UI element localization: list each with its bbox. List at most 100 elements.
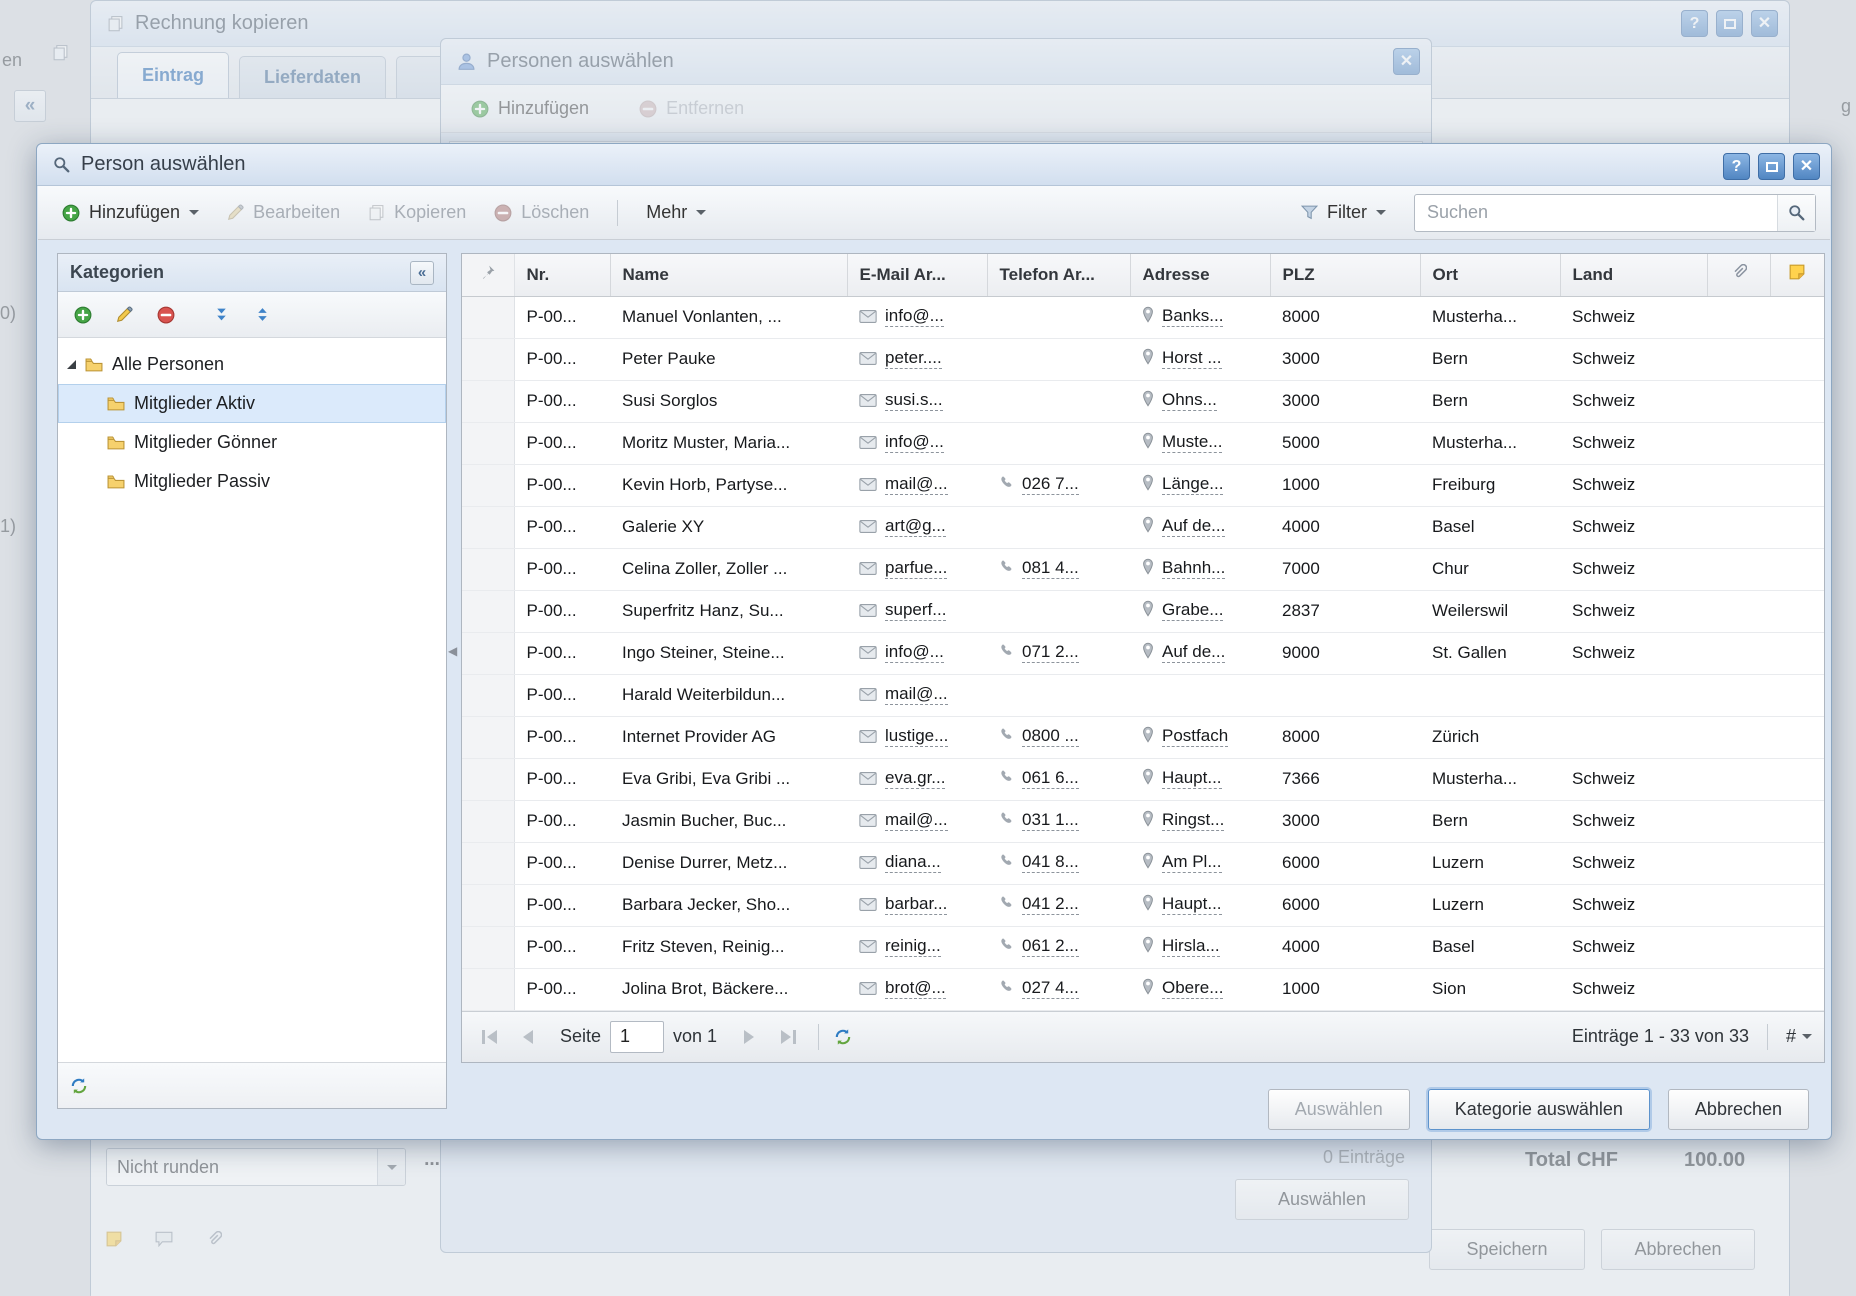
- maximize-button[interactable]: [1758, 153, 1785, 180]
- search-submit-button[interactable]: [1777, 195, 1815, 231]
- select-button[interactable]: Auswählen: [1268, 1089, 1410, 1130]
- row-selector-cell[interactable]: [462, 842, 514, 884]
- address-link[interactable]: Haupt...: [1162, 768, 1222, 789]
- column-address[interactable]: Adresse: [1130, 254, 1270, 296]
- person-row[interactable]: P-00...Moritz Muster, Maria...info@...Mu…: [462, 422, 1824, 464]
- phone-link[interactable]: 0800 ...: [1022, 726, 1079, 747]
- row-selector-cell[interactable]: [462, 674, 514, 716]
- row-selector-cell[interactable]: [462, 464, 514, 506]
- add-category-icon[interactable]: [74, 306, 92, 324]
- email-link[interactable]: superf...: [885, 600, 946, 621]
- row-selector-cell[interactable]: [462, 506, 514, 548]
- edit-button[interactable]: Bearbeiten: [217, 196, 350, 229]
- email-link[interactable]: brot@...: [885, 978, 946, 999]
- email-link[interactable]: susi.s...: [885, 390, 943, 411]
- address-link[interactable]: Auf de...: [1162, 516, 1225, 537]
- row-selector-cell[interactable]: [462, 716, 514, 758]
- person-row[interactable]: P-00...Eva Gribi, Eva Gribi ...eva.gr...…: [462, 758, 1824, 800]
- phone-link[interactable]: 027 4...: [1022, 978, 1079, 999]
- row-selector-cell[interactable]: [462, 422, 514, 464]
- person-row[interactable]: P-00...Celina Zoller, Zoller ...parfue..…: [462, 548, 1824, 590]
- column-plz[interactable]: PLZ: [1270, 254, 1420, 296]
- row-selector-cell[interactable]: [462, 296, 514, 338]
- category-item[interactable]: Mitglieder Aktiv: [58, 384, 446, 423]
- address-link[interactable]: Haupt...: [1162, 894, 1222, 915]
- filter-button[interactable]: Filter: [1291, 196, 1396, 229]
- delete-button[interactable]: Löschen: [484, 196, 599, 229]
- page-number-input[interactable]: [610, 1021, 664, 1053]
- select-category-button[interactable]: Kategorie auswählen: [1428, 1089, 1650, 1130]
- column-name[interactable]: Name: [610, 254, 847, 296]
- address-link[interactable]: Obere...: [1162, 978, 1223, 999]
- email-link[interactable]: eva.gr...: [885, 768, 945, 789]
- phone-link[interactable]: 061 2...: [1022, 936, 1079, 957]
- select-person-titlebar[interactable]: Person auswählen ? ✕: [37, 144, 1831, 186]
- column-phone[interactable]: Telefon Ar...: [987, 254, 1130, 296]
- last-page-button[interactable]: [773, 1022, 803, 1052]
- column-attachment[interactable]: [1707, 254, 1770, 296]
- row-selector-cell[interactable]: [462, 548, 514, 590]
- more-button[interactable]: Mehr: [636, 196, 716, 229]
- copy-button[interactable]: Kopieren: [358, 196, 476, 229]
- row-selector-cell[interactable]: [462, 758, 514, 800]
- person-row[interactable]: P-00...Galerie XYart@g...Auf de...4000Ba…: [462, 506, 1824, 548]
- address-link[interactable]: Banks...: [1162, 306, 1223, 327]
- edit-category-icon[interactable]: [116, 306, 133, 323]
- email-link[interactable]: parfue...: [885, 558, 947, 579]
- row-selector-cell[interactable]: [462, 632, 514, 674]
- person-row[interactable]: P-00...Barbara Jecker, Sho...barbar...04…: [462, 884, 1824, 926]
- person-row[interactable]: P-00...Internet Provider AGlustige...080…: [462, 716, 1824, 758]
- row-selector-cell[interactable]: [462, 590, 514, 632]
- person-row[interactable]: P-00...Ingo Steiner, Steine...info@...07…: [462, 632, 1824, 674]
- person-row[interactable]: P-00...Jasmin Bucher, Buc...mail@...031 …: [462, 800, 1824, 842]
- phone-link[interactable]: 061 6...: [1022, 768, 1079, 789]
- address-link[interactable]: Hirsla...: [1162, 936, 1220, 957]
- email-link[interactable]: reinig...: [885, 936, 941, 957]
- row-selector-cell[interactable]: [462, 968, 514, 1010]
- email-link[interactable]: mail@...: [885, 474, 948, 495]
- person-row[interactable]: P-00...Kevin Horb, Partyse...mail@...026…: [462, 464, 1824, 506]
- person-row[interactable]: P-00...Jolina Brot, Bäckere...brot@...02…: [462, 968, 1824, 1010]
- email-link[interactable]: barbar...: [885, 894, 947, 915]
- column-nr[interactable]: Nr.: [514, 254, 610, 296]
- person-row[interactable]: P-00...Susi Sorglossusi.s...Ohns...3000B…: [462, 380, 1824, 422]
- address-link[interactable]: Bahnh...: [1162, 558, 1225, 579]
- first-page-button[interactable]: [474, 1022, 504, 1052]
- column-selector[interactable]: [462, 254, 514, 296]
- email-link[interactable]: diana...: [885, 852, 941, 873]
- splitter-collapse-icon[interactable]: ◀: [448, 644, 457, 658]
- address-link[interactable]: Ringst...: [1162, 810, 1224, 831]
- refresh-icon[interactable]: [70, 1077, 88, 1095]
- person-row[interactable]: P-00...Manuel Vonlanten, ...info@...Bank…: [462, 296, 1824, 338]
- phone-link[interactable]: 041 8...: [1022, 852, 1079, 873]
- add-button[interactable]: Hinzufügen: [52, 196, 209, 229]
- prev-page-button[interactable]: [513, 1022, 543, 1052]
- collapse-all-icon[interactable]: [254, 306, 271, 323]
- category-item[interactable]: Mitglieder Gönner: [58, 423, 446, 462]
- phone-link[interactable]: 081 4...: [1022, 558, 1079, 579]
- address-link[interactable]: Muste...: [1162, 432, 1222, 453]
- person-row[interactable]: P-00...Peter Paukepeter....Horst ...3000…: [462, 338, 1824, 380]
- category-item[interactable]: Mitglieder Passiv: [58, 462, 446, 501]
- categories-collapse-button[interactable]: «: [410, 261, 434, 285]
- person-row[interactable]: P-00...Harald Weiterbildun...mail@...: [462, 674, 1824, 716]
- refresh-icon[interactable]: [834, 1028, 852, 1046]
- row-selector-cell[interactable]: [462, 926, 514, 968]
- address-link[interactable]: Grabe...: [1162, 600, 1223, 621]
- column-land[interactable]: Land: [1560, 254, 1707, 296]
- address-link[interactable]: Länge...: [1162, 474, 1223, 495]
- person-row[interactable]: P-00...Denise Durrer, Metz...diana...041…: [462, 842, 1824, 884]
- email-link[interactable]: art@g...: [885, 516, 946, 537]
- close-button[interactable]: ✕: [1793, 153, 1820, 180]
- row-selector-cell[interactable]: [462, 800, 514, 842]
- address-link[interactable]: Horst ...: [1162, 348, 1222, 369]
- address-link[interactable]: Ohns...: [1162, 390, 1217, 411]
- address-link[interactable]: Postfach: [1162, 726, 1228, 747]
- person-row[interactable]: P-00...Fritz Steven, Reinig...reinig...0…: [462, 926, 1824, 968]
- email-link[interactable]: mail@...: [885, 810, 948, 831]
- phone-link[interactable]: 026 7...: [1022, 474, 1079, 495]
- address-link[interactable]: Auf de...: [1162, 642, 1225, 663]
- row-selector-cell[interactable]: [462, 884, 514, 926]
- tree-expander-icon[interactable]: [67, 360, 76, 369]
- delete-category-icon[interactable]: [157, 306, 175, 324]
